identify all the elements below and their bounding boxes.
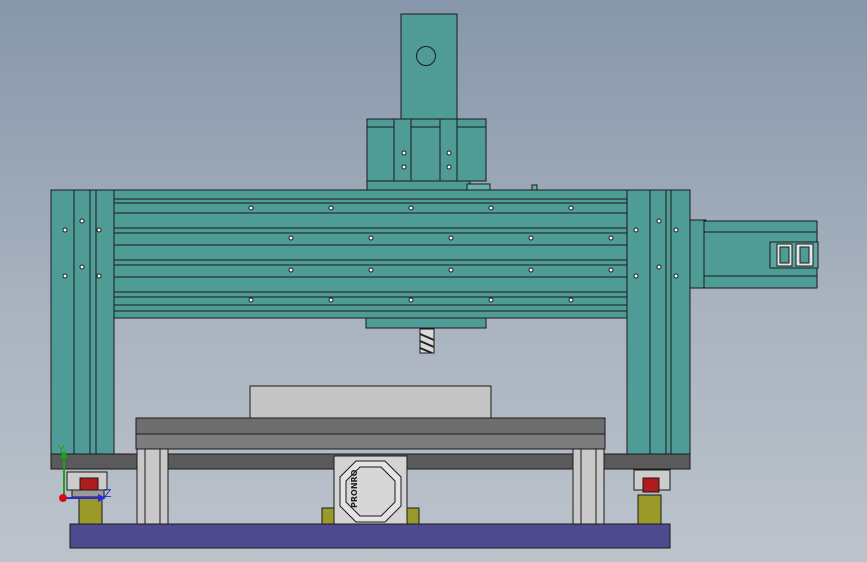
triad-y-label: Y [57,443,65,456]
table-lower [135,433,606,450]
x-axis-motor [689,219,819,289]
spindle-nose [365,317,487,329]
table-support-left [136,448,169,525]
gantry-right-column [626,189,691,455]
right-leveling-foot [633,469,671,525]
base-plate [69,523,671,549]
gantry-left-column [50,189,115,455]
gantry-crossbeam [113,189,628,319]
cnc-router-front-view: PRONRO Y Z [50,13,819,549]
svg-text:PRONRO: PRONRO [350,469,359,508]
y-axis-motor: PRONRO [321,455,420,525]
cad-viewport[interactable]: PRONRO Y Z [0,0,867,562]
table-top [135,417,606,435]
motor-logo-icon: PRONRO [350,469,359,508]
workpiece [249,385,492,419]
spindle-mount [366,13,538,191]
triad-z-label: Z [104,487,112,500]
table-support-right [572,448,605,525]
end-mill-icon [419,328,435,354]
